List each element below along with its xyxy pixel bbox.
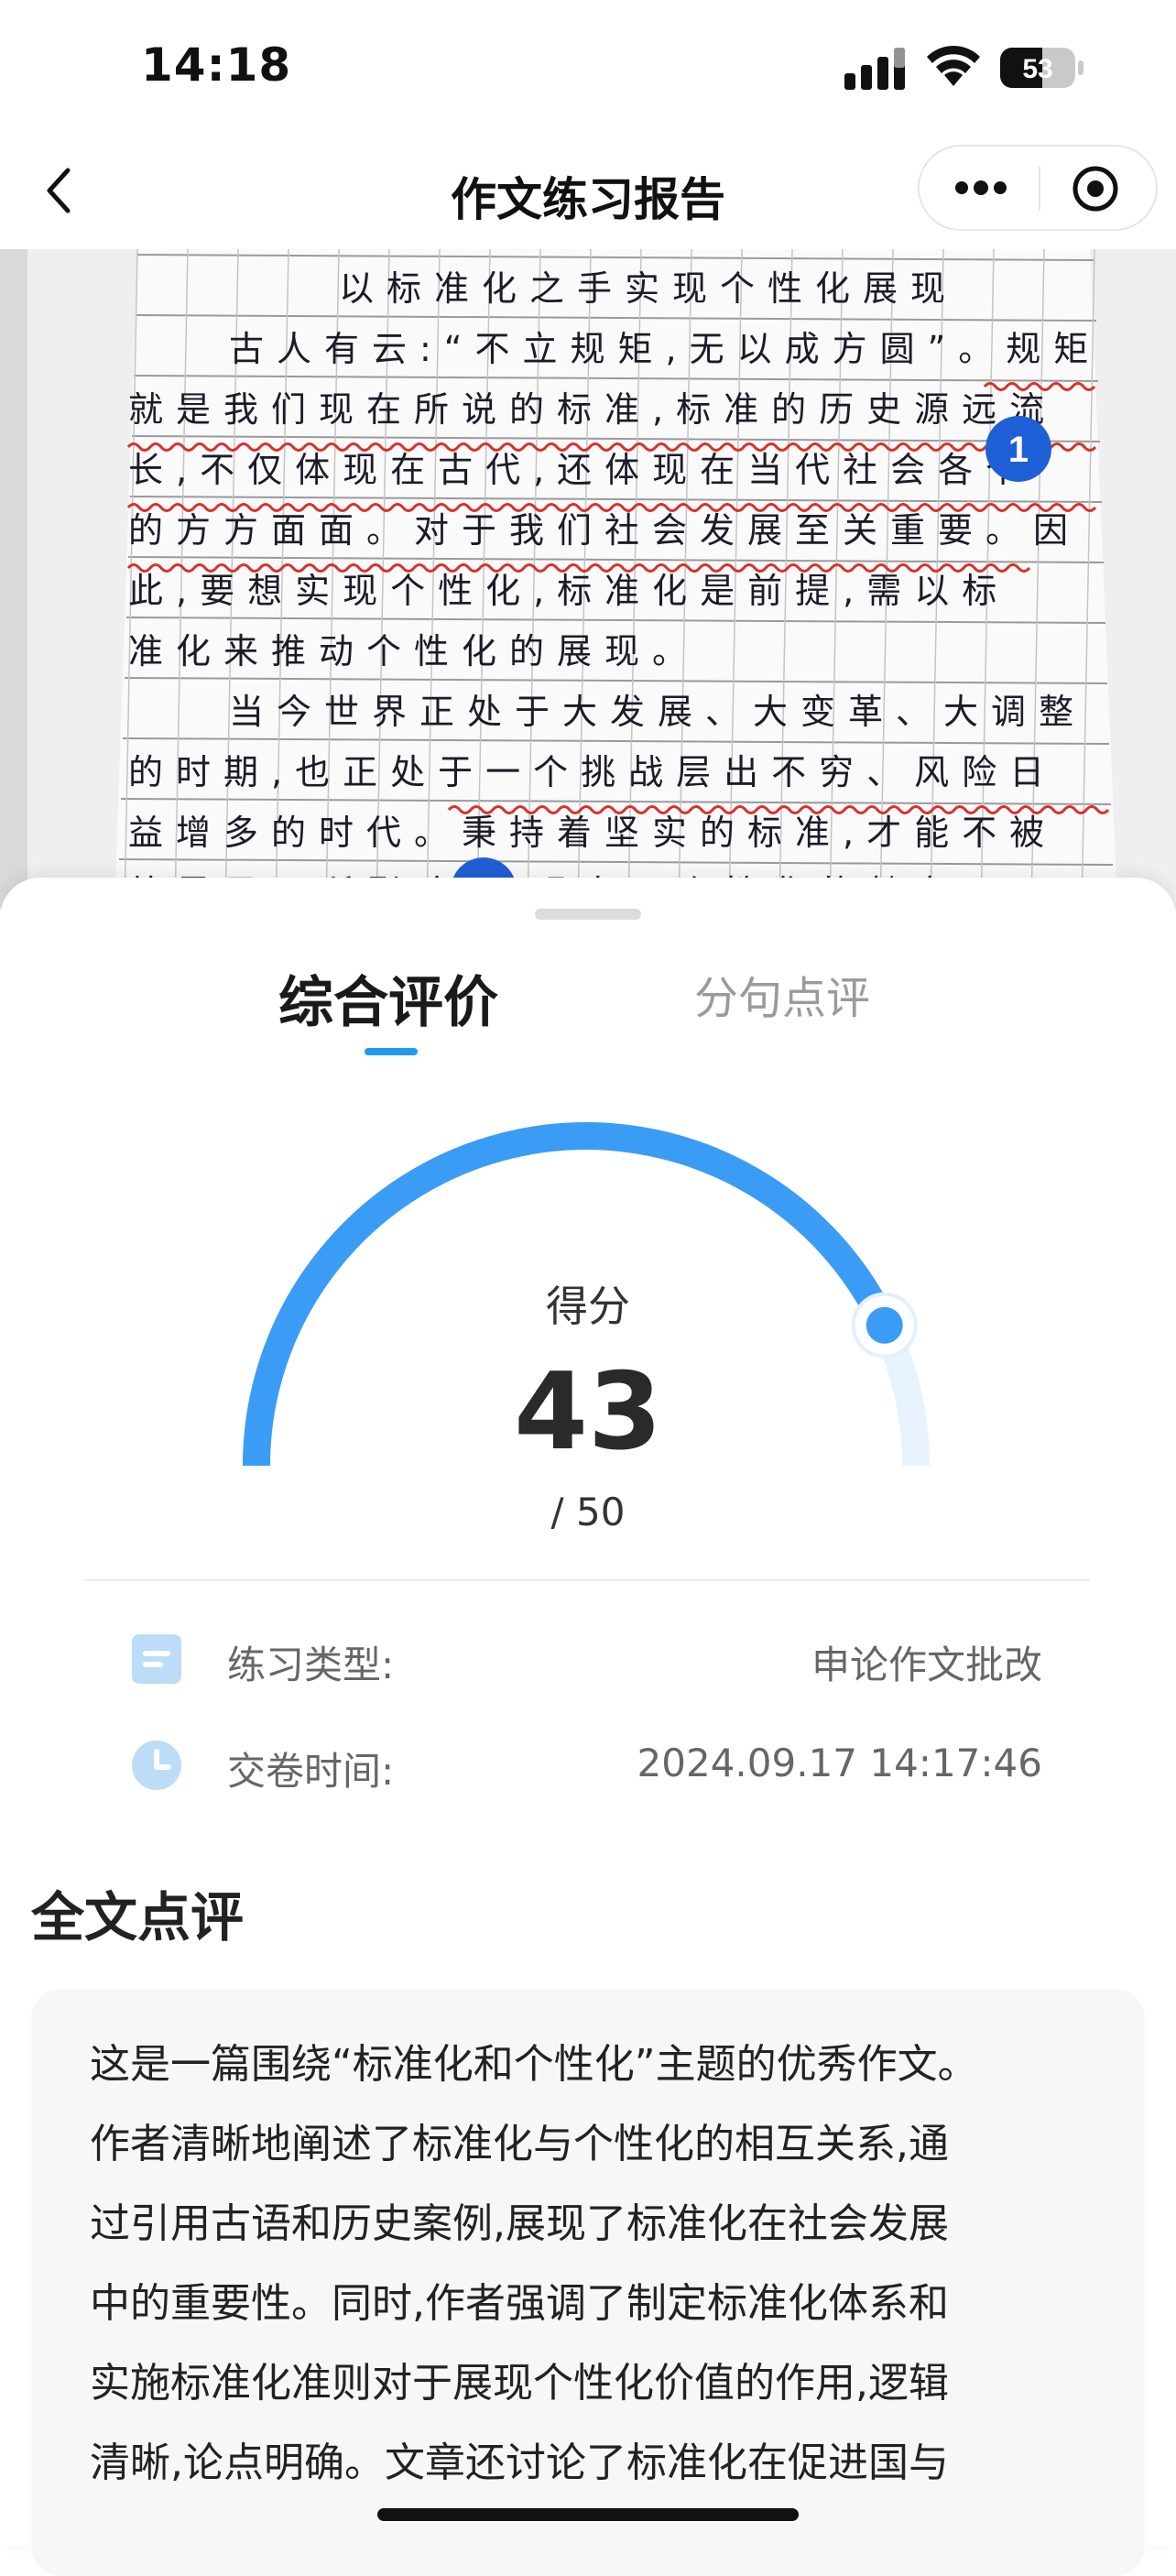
- status-bar: 14:18 53: [0, 0, 1176, 137]
- essay-line: 以标准化之手实现个性化展现: [339, 268, 958, 309]
- submit-time-label: 交卷时间:: [227, 1749, 395, 1794]
- divider: [84, 1579, 1090, 1581]
- home-indicator[interactable]: [377, 2508, 799, 2521]
- wifi-icon: [927, 45, 980, 86]
- practice-type-value: 申论作文批改: [811, 1643, 1042, 1687]
- annotation-marker-number: 1: [1008, 430, 1029, 470]
- essay-line: 准化来推动个性化的展现。: [128, 631, 700, 671]
- tab-overall-evaluation[interactable]: 综合评价: [278, 958, 498, 1038]
- review-line: 这是一篇围绕“标准化和个性化”主题的优秀作文。: [90, 2041, 978, 2088]
- drag-handle[interactable]: [535, 909, 641, 920]
- tab-sentence-review[interactable]: 分句点评: [694, 962, 870, 1026]
- signal-icon: [844, 48, 905, 90]
- overall-review-title: 全文点评: [31, 1886, 245, 1948]
- tab-active-indicator: [365, 1048, 418, 1055]
- result-panel: 综合评价 分句点评 得分 43 / 50 练习类型: 申论作文批改 交卷时间: …: [0, 878, 1176, 2576]
- capsule-divider: [1039, 167, 1040, 211]
- essay-line: 此,要想实现个性化,标准化是前提,需以标: [128, 571, 1009, 611]
- review-line: 清晰,论点明确。文章还讨论了标准化在促进国与: [90, 2440, 949, 2486]
- status-time: 14:18: [141, 38, 292, 92]
- essay-line: 的方方面面。对于我们社会发展至关重要。因: [128, 510, 1081, 551]
- overall-review-card: 这是一篇围绕“标准化和个性化”主题的优秀作文。 作者清晰地阐述了标准化与个性化的…: [31, 1990, 1145, 2576]
- submit-time-row: 交卷时间: 2024.09.17 14:17:46: [0, 1733, 1176, 1797]
- essay-line: 就是我们现在所说的标准,标准的历史源远流: [128, 389, 1057, 430]
- score-value: 43: [514, 1350, 662, 1474]
- clock-icon: [132, 1741, 181, 1790]
- battery-level: 53: [1022, 54, 1052, 84]
- review-line: 作者清晰地阐述了标准化与个性化的相互关系,通: [90, 2121, 949, 2167]
- review-line: 实施标准化准则对于展现个性化价值的作用,逻辑: [90, 2360, 949, 2407]
- essay-line: 古人有云:“不立规矩,无以成方圆”。规矩: [229, 329, 1101, 369]
- review-line: 过引用古语和历史案例,展现了标准化在社会发展: [90, 2200, 949, 2247]
- essay-line: 当今世界正处于大发展、大变革、大调整: [229, 692, 1086, 732]
- more-dots-icon[interactable]: [954, 174, 1007, 202]
- essay-line: 长,不仅体现在古代,还体现在当代社会各个: [128, 450, 1033, 490]
- score-total: / 50: [550, 1490, 626, 1534]
- practice-type-row: 练习类型: 申论作文批改: [0, 1627, 1176, 1691]
- record-target-icon[interactable]: [1072, 165, 1119, 213]
- mini-program-capsule: [918, 145, 1158, 231]
- practice-type-label: 练习类型:: [227, 1643, 395, 1687]
- essay-line: 的时期,也正处于一个挑战层出不穷、风险日: [128, 752, 1057, 792]
- overall-review-text: 这是一篇围绕“标准化和个性化”主题的优秀作文。 作者清晰地阐述了标准化与个性化的…: [90, 2025, 1097, 2503]
- essay-photo[interactable]: 以标准化之手实现个性化展现古人有云:“不立规矩,无以成方圆”。规矩就是我们现在所…: [0, 249, 1176, 909]
- review-line: 中的重要性。同时,作者强调了制定标准化体系和: [90, 2280, 949, 2327]
- battery-icon: 53: [1000, 48, 1083, 88]
- document-icon: [132, 1634, 181, 1684]
- submit-time-value: 2024.09.17 14:17:46: [637, 1741, 1042, 1785]
- score-label: 得分: [546, 1282, 630, 1331]
- essay-line: 益增多的时代。秉持着坚实的标准,才能不被: [128, 813, 1057, 853]
- essay-paper: 以标准化之手实现个性化展现古人有云:“不立规矩,无以成方圆”。规矩就是我们现在所…: [0, 249, 1176, 909]
